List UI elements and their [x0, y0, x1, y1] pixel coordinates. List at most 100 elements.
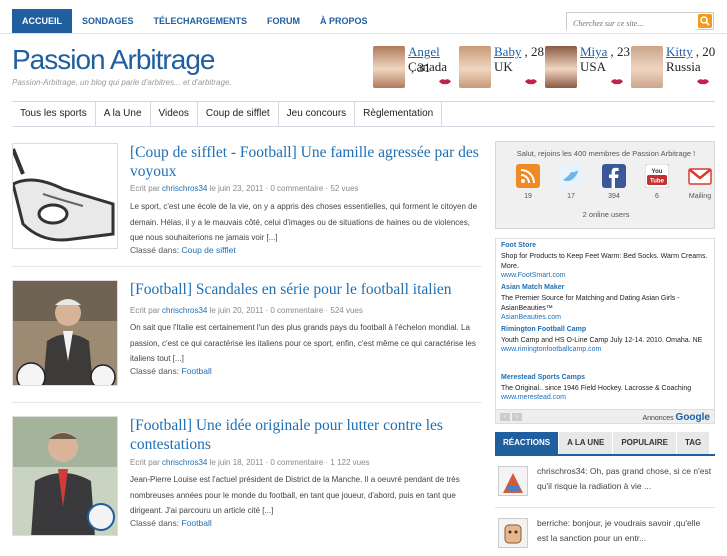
nav-a-la-une[interactable]: A la Une — [96, 102, 151, 126]
social-widget: Salut, rejoins les 400 membres de Passio… — [495, 141, 715, 229]
ad-url[interactable]: AsianBeauties.com — [501, 314, 711, 321]
comment-item[interactable]: berriche: bonjour, je voudrais savoir ,q… — [495, 516, 715, 556]
ad-description: The Original.. since 1946 Field Hockey. … — [501, 385, 692, 392]
profile-name[interactable]: Kitty — [666, 44, 693, 59]
top-nav-sondages[interactable]: SONDAGES — [72, 9, 144, 33]
social-mailing[interactable]: Mailing — [680, 164, 720, 200]
post-author[interactable]: chrischros34 — [162, 184, 207, 193]
facebook-icon[interactable] — [602, 164, 626, 188]
social-rss[interactable]: 19 — [508, 164, 548, 200]
ad-item[interactable]: Foot Store Shop for Products to Keep Fee… — [501, 242, 711, 279]
ad-title[interactable]: Rimington Football Camp — [501, 326, 711, 333]
social-count: 394 — [608, 193, 620, 200]
top-nav: ACCUEIL SONDAGES TÉLECHARGEMENTS FORUM À… — [12, 9, 378, 33]
social-facebook[interactable]: 394 — [594, 164, 634, 200]
post-thumbnail[interactable] — [12, 280, 118, 386]
post-meta: Ecrit par chrischros34 le juin 23, 2011 … — [130, 184, 359, 193]
google-ads: Foot Store Shop for Products to Keep Fee… — [495, 238, 715, 424]
top-nav-forum[interactable]: FORUM — [257, 9, 310, 33]
profile-country: USA — [580, 59, 607, 74]
youtube-icon[interactable]: You Tube — [644, 163, 670, 189]
ad-item[interactable]: Rimington Football Camp Youth Camp and H… — [501, 326, 711, 353]
search-button[interactable] — [698, 14, 712, 28]
profile-photo[interactable] — [545, 46, 577, 88]
top-nav-telechargements[interactable]: TÉLECHARGEMENTS — [144, 9, 258, 33]
ad-url[interactable]: www.rimingtonfootballcamp.com — [501, 346, 711, 353]
post-divider — [12, 266, 482, 267]
lips-icon[interactable] — [611, 78, 623, 85]
social-count: 19 — [524, 193, 532, 200]
comment-item[interactable]: chrischros34: Oh, pas grand chose, si ce… — [495, 464, 715, 504]
avatar[interactable] — [498, 518, 528, 548]
profile-country: Russia — [666, 59, 701, 74]
social-youtube[interactable]: You Tube 6 — [637, 163, 677, 200]
profile-country: Canada — [408, 59, 447, 74]
tab-a-la-une[interactable]: A LA UNE — [559, 432, 613, 454]
ad-item[interactable]: Merestead Sports Camps The Original.. si… — [501, 374, 711, 401]
twitter-icon[interactable] — [559, 164, 583, 188]
post-category-link[interactable]: Football — [182, 366, 212, 376]
profile-name[interactable]: Miya — [580, 44, 607, 59]
avatar[interactable] — [498, 466, 528, 496]
profile-card[interactable]: Baby, 28 UK — [459, 44, 545, 92]
comment-divider — [495, 507, 715, 508]
rss-icon[interactable] — [516, 164, 540, 188]
ad-title[interactable]: Merestead Sports Camps — [501, 374, 711, 381]
site-logo[interactable]: Passion Arbitrage — [12, 44, 215, 76]
post-author[interactable]: chrischros34 — [162, 306, 207, 315]
profile-name[interactable]: Angel — [408, 44, 440, 59]
mail-icon[interactable] — [688, 164, 712, 188]
post-thumbnail[interactable] — [12, 416, 118, 536]
svg-text:Tube: Tube — [650, 179, 665, 185]
football-official-image — [13, 281, 117, 385]
profile-photo[interactable] — [631, 46, 663, 88]
post-item: [Football] Une idée originale pour lutte… — [12, 416, 482, 546]
top-nav-accueil[interactable]: ACCUEIL — [12, 9, 72, 33]
social-twitter[interactable]: 17 — [551, 164, 591, 200]
ad-description: Shop for Products to Keep Feet Warm: Bed… — [501, 253, 708, 270]
profile-name[interactable]: Baby — [494, 44, 521, 59]
post-divider — [12, 402, 482, 403]
profile-country: UK — [494, 59, 513, 74]
tab-reactions[interactable]: RÉACTIONS — [495, 432, 559, 454]
nav-jeu-concours[interactable]: Jeu concours — [279, 102, 356, 126]
tab-tag[interactable]: TAG — [676, 432, 710, 454]
profile-card[interactable]: Kitty, 20 Russia — [631, 44, 717, 92]
nav-coup-de-sifflet[interactable]: Coup de sifflet — [198, 102, 279, 126]
post-title[interactable]: [Coup de sifflet - Football] Une famille… — [130, 143, 480, 181]
ad-description: The Premier Source for Matching and Dati… — [501, 295, 680, 312]
post-title[interactable]: [Football] Une idée originale pour lutte… — [130, 416, 480, 454]
lips-icon[interactable] — [525, 78, 537, 85]
profile-card[interactable]: Miya, 23 USA — [545, 44, 631, 92]
ad-url[interactable]: www.FootSmart.com — [501, 272, 711, 279]
nav-videos[interactable]: Videos — [151, 102, 198, 126]
search-input[interactable] — [567, 15, 697, 32]
chevron-left-icon[interactable]: ‹ — [500, 413, 510, 421]
post-author[interactable]: chrischros34 — [162, 458, 207, 467]
tab-populaire[interactable]: POPULAIRE — [613, 432, 676, 454]
social-count: 6 — [655, 193, 659, 200]
post-meta: Ecrit par chrischros34 le juin 18, 2011 … — [130, 458, 370, 467]
profile-photo[interactable] — [459, 46, 491, 88]
ad-url[interactable]: www.merestead.com — [501, 394, 711, 401]
nav-reglementation[interactable]: Règlementation — [355, 102, 443, 126]
profile-card[interactable]: Angel, 31 Canada — [373, 44, 459, 92]
lips-icon[interactable] — [697, 78, 709, 85]
profile-photo[interactable] — [373, 46, 405, 88]
social-count: 17 — [567, 193, 575, 200]
ad-title[interactable]: Asian Match Maker — [501, 284, 711, 291]
ad-item[interactable]: Asian Match Maker The Premier Source for… — [501, 284, 711, 321]
post-title[interactable]: [Football] Scandales en série pour le fo… — [130, 280, 480, 299]
post-category-link[interactable]: Coup de sifflet — [182, 245, 236, 255]
post-excerpt: Jean-Pierre Louise est l'actuel présiden… — [130, 475, 460, 515]
post-category-link[interactable]: Football — [182, 518, 212, 528]
ad-title[interactable]: Foot Store — [501, 242, 711, 249]
social-count: Mailing — [688, 193, 712, 200]
nav-tous-les-sports[interactable]: Tous les sports — [12, 102, 96, 126]
lips-icon[interactable] — [439, 78, 451, 85]
chevron-right-icon[interactable]: › — [512, 413, 522, 421]
post-thumbnail[interactable] — [12, 143, 118, 249]
ads-brand[interactable]: Annonces Google — [642, 412, 710, 423]
top-nav-a-propos[interactable]: À PROPOS — [310, 9, 378, 33]
social-join-text: Salut, rejoins les 400 membres de Passio… — [516, 149, 696, 158]
